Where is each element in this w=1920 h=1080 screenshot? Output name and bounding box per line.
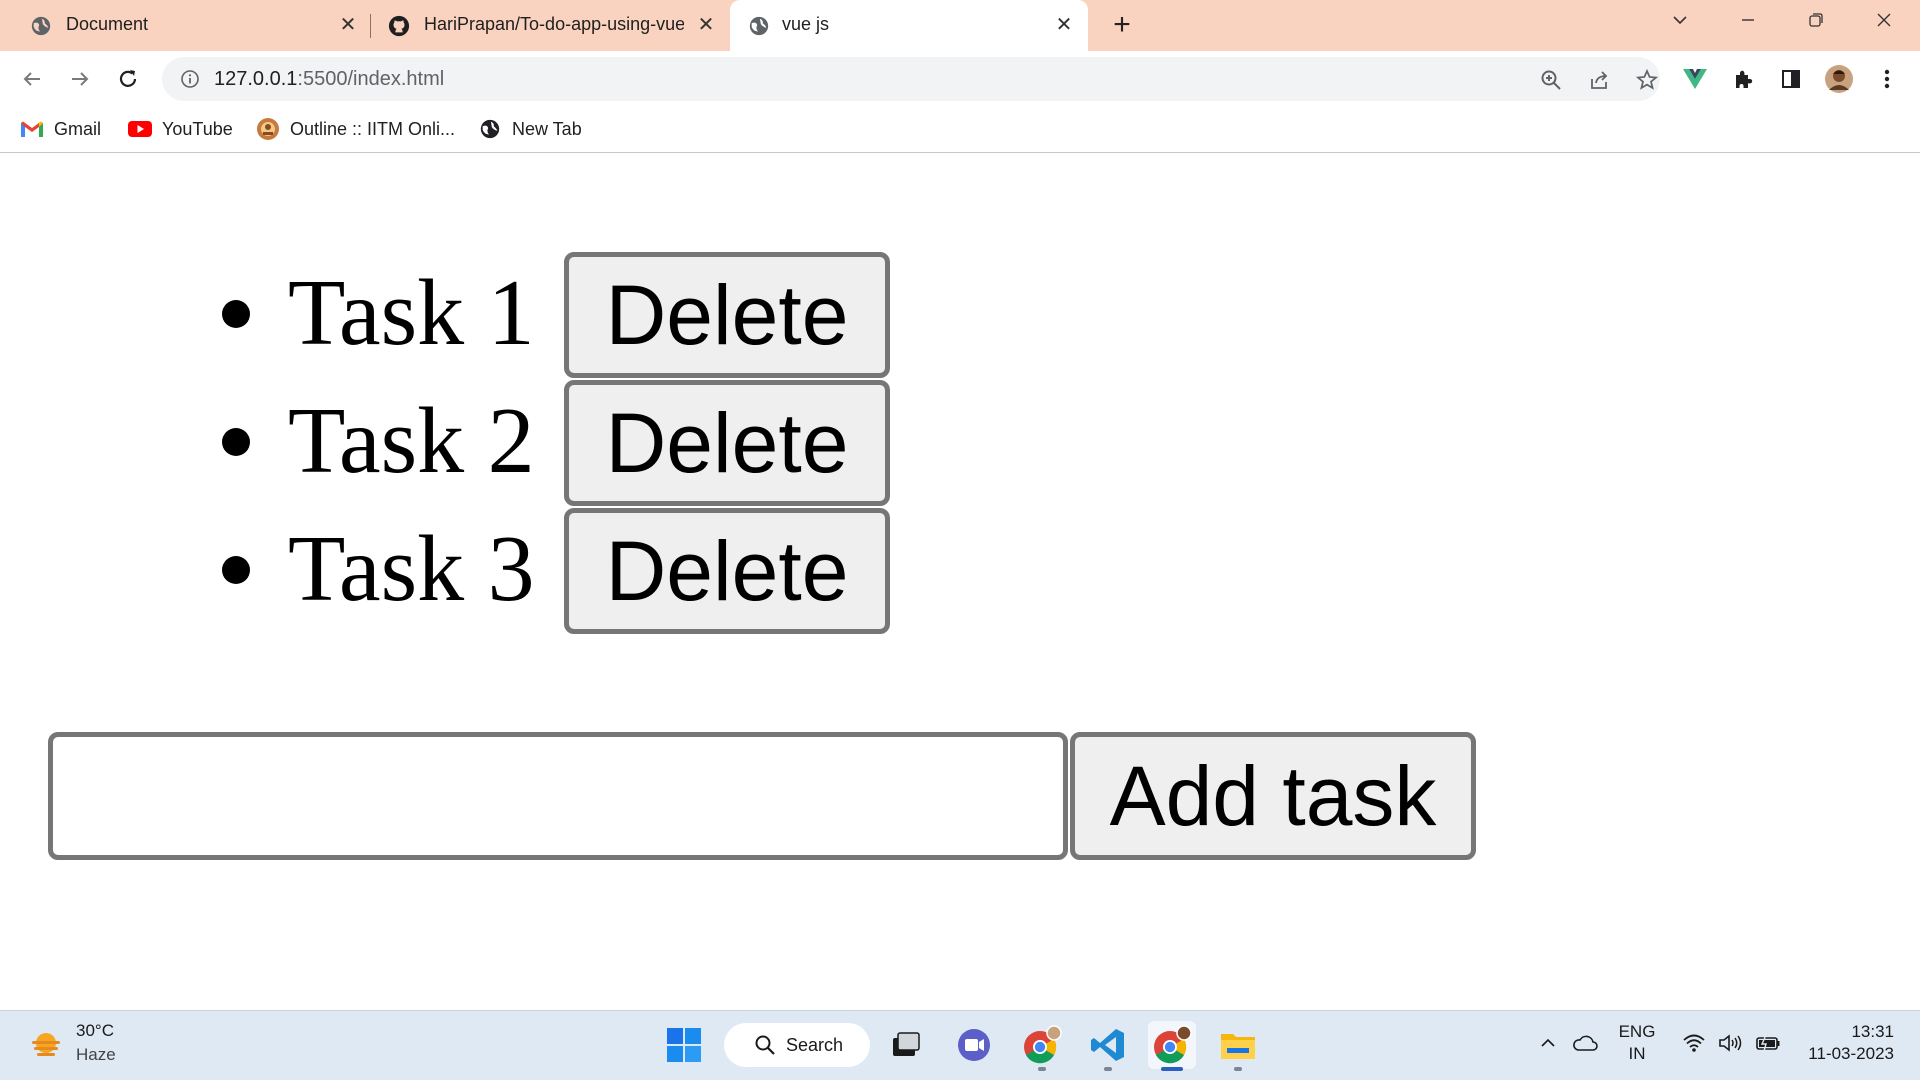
teams-chat-icon[interactable] xyxy=(950,1021,998,1069)
delete-button[interactable]: Delete xyxy=(564,380,890,506)
bookmark-youtube[interactable]: YouTube xyxy=(128,116,233,142)
task-view-icon[interactable] xyxy=(882,1021,930,1069)
close-window-icon[interactable] xyxy=(1866,8,1902,38)
vscode-icon[interactable] xyxy=(1084,1021,1132,1071)
tab-title: vue js xyxy=(782,14,830,34)
onedrive-cloud-icon[interactable] xyxy=(1572,1033,1598,1059)
youtube-icon xyxy=(128,117,152,141)
windows-start-icon[interactable] xyxy=(660,1021,708,1069)
bookmark-gmail[interactable]: Gmail xyxy=(20,116,101,142)
profile-avatar[interactable] xyxy=(1824,64,1854,94)
globe-icon xyxy=(31,16,51,36)
tab-search-chevron-icon[interactable] xyxy=(1662,8,1698,38)
zoom-icon[interactable] xyxy=(1538,67,1564,93)
tab-title: Document xyxy=(66,14,149,34)
taskbar-search[interactable]: Search xyxy=(724,1023,870,1067)
tab-vue-js[interactable]: vue js ✕ xyxy=(730,0,1088,51)
new-task-input[interactable] xyxy=(48,732,1068,860)
bookmarks-bar: Gmail YouTube Outline :: IITM Onli... Ne… xyxy=(0,107,1920,153)
show-hidden-icons-chevron[interactable] xyxy=(1538,1033,1558,1059)
running-indicator xyxy=(1234,1067,1242,1071)
weather-temperature: 30°C xyxy=(76,1021,114,1040)
task-label: Task 1 xyxy=(288,261,535,365)
bookmark-label: Outline :: IITM Onli... xyxy=(290,118,456,139)
share-icon[interactable] xyxy=(1586,67,1612,93)
bookmark-label: Gmail xyxy=(54,118,102,139)
bookmark-label: New Tab xyxy=(512,118,582,139)
bullet-icon xyxy=(222,300,250,328)
language-line2: IN xyxy=(1628,1044,1646,1063)
extensions-icon[interactable] xyxy=(1728,64,1758,94)
add-task-button[interactable]: Add task xyxy=(1070,732,1476,860)
browser-toolbar: 127.0.0.1:5500/index.html xyxy=(0,51,1920,107)
url-text: 127.0.0.1:5500/index.html xyxy=(214,68,444,91)
page-content: Task 1 Delete Task 2 Delete Task 3 Delet… xyxy=(0,154,1920,1010)
menu-kebab-icon[interactable] xyxy=(1872,64,1902,94)
vue-devtools-icon[interactable] xyxy=(1680,64,1710,94)
tab-strip: Document ✕ HariPrapan/To-do-app-using-vu… xyxy=(0,0,1920,51)
running-indicator xyxy=(1038,1067,1046,1071)
bullet-icon xyxy=(222,428,250,456)
tab-separator xyxy=(370,14,371,38)
tab-title: HariPrapan/To-do-app-using-vue xyxy=(424,14,684,34)
github-icon xyxy=(388,15,410,37)
chrome-profile-icon[interactable] xyxy=(1018,1021,1066,1071)
bookmark-new-tab[interactable]: New Tab xyxy=(478,116,582,142)
outline-icon xyxy=(256,117,280,141)
bookmark-outline-iitm[interactable]: Outline :: IITM Onli... xyxy=(256,116,455,142)
clock[interactable]: 13:31 11-03-2023 xyxy=(1798,1021,1894,1065)
file-explorer-icon[interactable] xyxy=(1214,1021,1262,1071)
new-tab-button[interactable]: + xyxy=(1108,10,1136,40)
language-line1: ENG xyxy=(1618,1022,1656,1041)
forward-icon[interactable] xyxy=(64,63,96,95)
globe-icon xyxy=(749,16,769,36)
battery-icon[interactable] xyxy=(1754,1033,1782,1059)
delete-button[interactable]: Delete xyxy=(564,252,890,378)
windows-taskbar: 30°C Haze Search ENG IN 13:31 11-03-2023 xyxy=(0,1010,1920,1080)
restore-icon[interactable] xyxy=(1798,8,1834,38)
delete-button[interactable]: Delete xyxy=(564,508,890,634)
minimize-icon[interactable] xyxy=(1730,8,1766,38)
back-icon[interactable] xyxy=(16,63,48,95)
bookmark-label: YouTube xyxy=(162,118,233,139)
running-indicator xyxy=(1104,1067,1112,1071)
url-host: 127.0.0.1 xyxy=(214,68,298,90)
clock-date: 11-03-2023 xyxy=(1808,1044,1894,1063)
address-bar[interactable]: 127.0.0.1:5500/index.html xyxy=(162,57,1660,101)
tab-document[interactable]: Document ✕ xyxy=(0,0,368,51)
input-language[interactable]: ENG IN xyxy=(1612,1021,1662,1065)
reload-icon[interactable] xyxy=(112,63,144,95)
close-icon[interactable]: ✕ xyxy=(1052,13,1076,37)
side-panel-icon[interactable] xyxy=(1776,64,1806,94)
running-indicator xyxy=(1161,1067,1183,1071)
url-path: :5500/index.html xyxy=(297,68,445,90)
clock-time: 13:31 xyxy=(1851,1022,1894,1041)
site-info-icon[interactable] xyxy=(180,69,200,89)
tab-github[interactable]: HariPrapan/To-do-app-using-vue ✕ xyxy=(372,0,728,51)
weather-description: Haze xyxy=(76,1045,116,1064)
gmail-icon xyxy=(20,117,44,141)
close-icon[interactable]: ✕ xyxy=(694,13,718,37)
bookmark-star-icon[interactable] xyxy=(1634,67,1660,93)
volume-icon[interactable] xyxy=(1718,1033,1744,1059)
bullet-icon xyxy=(222,556,250,584)
chrome-active-icon[interactable] xyxy=(1148,1021,1196,1071)
task-label: Task 2 xyxy=(288,389,535,493)
task-label: Task 3 xyxy=(288,517,535,621)
wifi-icon[interactable] xyxy=(1682,1033,1706,1059)
haze-weather-icon[interactable] xyxy=(28,1027,64,1063)
close-icon[interactable]: ✕ xyxy=(336,13,360,37)
search-label: Search xyxy=(786,1034,844,1055)
globe-icon xyxy=(478,117,502,141)
search-icon xyxy=(755,1035,775,1055)
